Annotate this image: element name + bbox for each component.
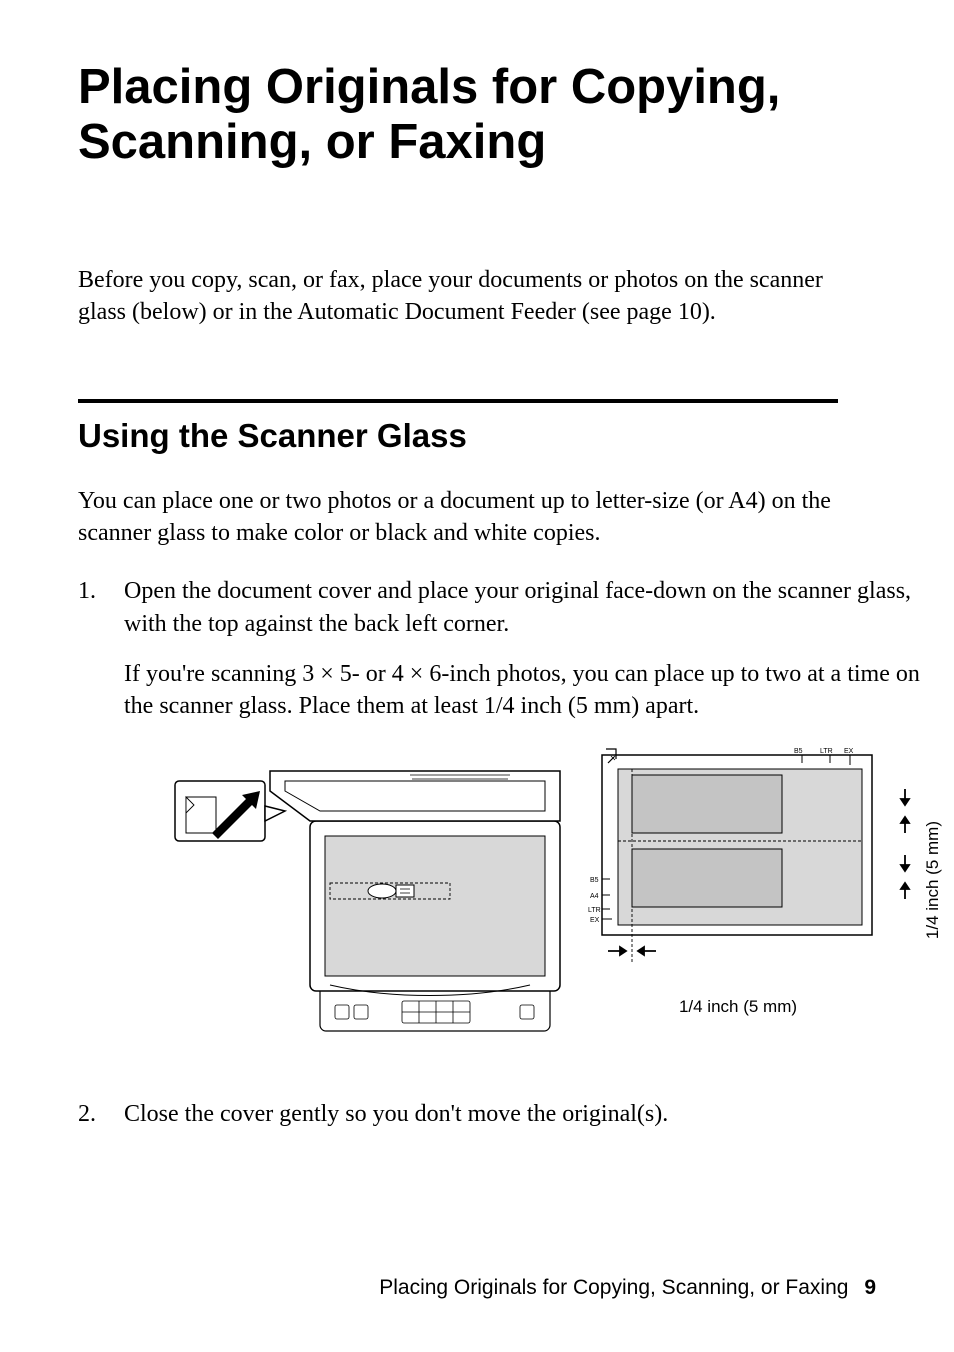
page-number: 9 — [864, 1276, 876, 1299]
figure-gap-label-side: 1/4 inch (5 mm) — [922, 821, 945, 939]
step-1: 1. Open the document cover and place you… — [78, 575, 876, 1080]
figure-scanner-glass: B5 LTR EX B5 — [588, 741, 888, 1019]
svg-text:A4: A4 — [590, 893, 599, 900]
step-1-para-1: Open the document cover and place your o… — [124, 575, 945, 640]
svg-text:EX: EX — [844, 748, 854, 755]
figure-area: B5 LTR EX B5 — [170, 741, 945, 1050]
page-footer: Placing Originals for Copying, Scanning,… — [379, 1276, 876, 1300]
figure-printer — [170, 741, 570, 1050]
step-2: 2. Close the cover gently so you don't m… — [78, 1098, 876, 1148]
page-title: Placing Originals for Copying, Scanning,… — [78, 60, 876, 170]
figure-vertical-arrows — [894, 775, 916, 984]
svg-text:LTR: LTR — [820, 748, 833, 755]
svg-text:B5: B5 — [590, 877, 599, 884]
step-number: 1. — [78, 575, 124, 1080]
footer-text: Placing Originals for Copying, Scanning,… — [379, 1276, 848, 1299]
step-number: 2. — [78, 1098, 124, 1148]
step-1-para-2: If you're scanning 3 × 5- or 4 × 6-inch … — [124, 658, 945, 723]
section-divider — [78, 399, 838, 403]
section-heading: Using the Scanner Glass — [78, 417, 876, 455]
intro-paragraph: Before you copy, scan, or fax, place you… — [78, 264, 876, 329]
svg-text:LTR: LTR — [588, 907, 601, 914]
section-intro: You can place one or two photos or a doc… — [78, 485, 876, 550]
step-2-para-1: Close the cover gently so you don't move… — [124, 1098, 876, 1130]
svg-text:EX: EX — [590, 917, 600, 924]
figure-gap-label-bottom: 1/4 inch (5 mm) — [588, 996, 888, 1019]
svg-text:B5: B5 — [794, 748, 803, 755]
